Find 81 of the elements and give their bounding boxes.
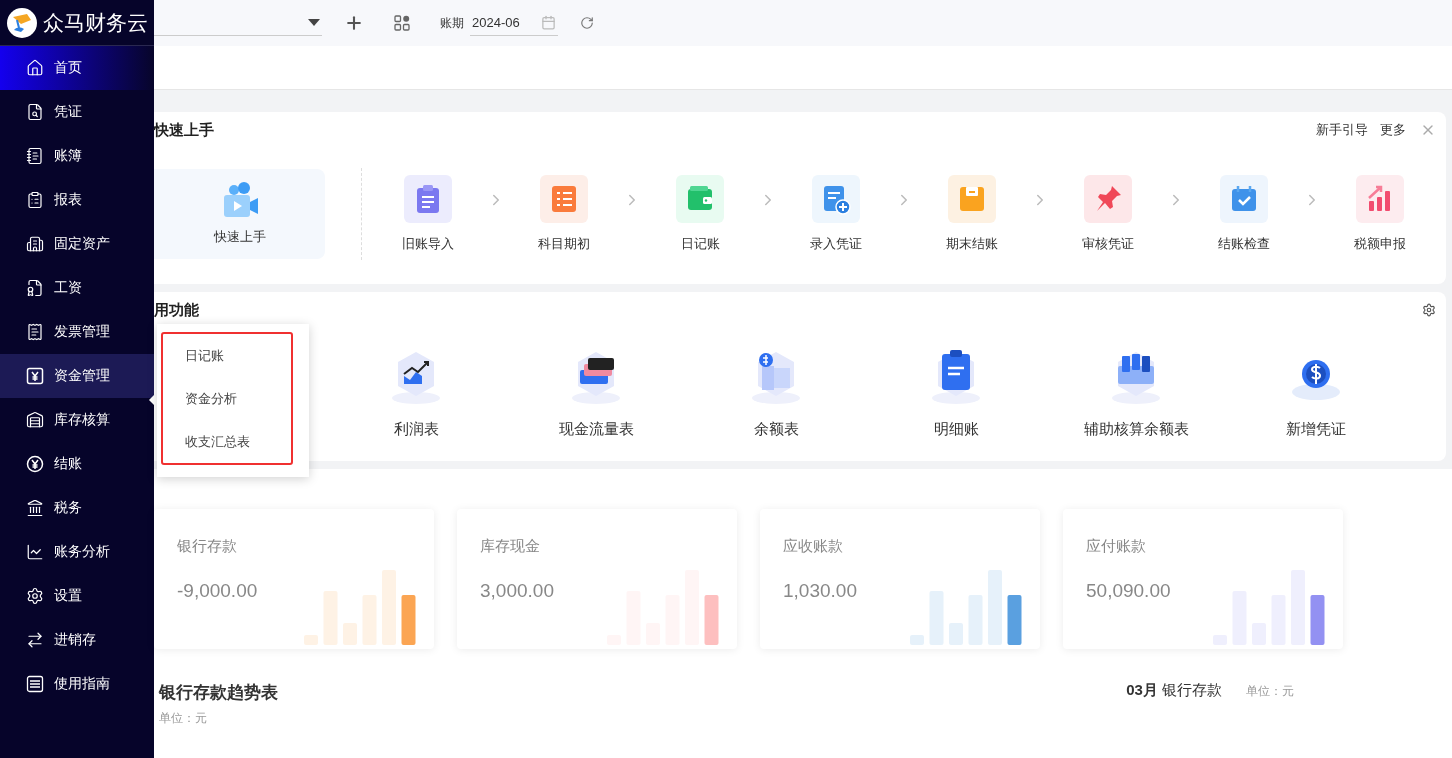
step-item[interactable]: 税额申报 — [1332, 175, 1428, 253]
chart-title: 银行存款趋势表 — [159, 682, 278, 704]
refresh-button[interactable] — [578, 14, 596, 32]
sidebar-item[interactable]: 税务 — [0, 486, 154, 530]
step-item[interactable]: 结账检查 — [1196, 175, 1292, 253]
unit-label: 单位：元 — [1246, 683, 1294, 700]
yen-square-icon — [26, 367, 44, 385]
refresh-icon — [580, 16, 594, 30]
function-item[interactable]: 现金流量表 — [506, 342, 686, 439]
function-item[interactable]: 辅助核算余额表 — [1046, 342, 1226, 439]
series-title: 03月 银行存款 — [1126, 681, 1222, 700]
app-name: 众马财务云 — [43, 9, 148, 36]
bar-chart-icon — [910, 569, 1022, 645]
period-field[interactable]: 2024-06 — [470, 10, 558, 36]
line-chart-icon — [26, 543, 44, 561]
submenu-item[interactable]: 日记账 — [185, 346, 291, 365]
stat-value: 3,000.00 — [480, 580, 554, 602]
section-title: 快速上手 — [154, 120, 214, 140]
step-item[interactable]: 期末结账 — [924, 175, 1020, 253]
notebook-icon — [26, 147, 44, 165]
stat-label: 银行存款 — [177, 537, 238, 556]
guide-icon — [26, 675, 44, 693]
function-item[interactable]: 明细账 — [866, 342, 1046, 439]
period-label: 账期 — [440, 14, 464, 32]
stat-value: 1,030.00 — [783, 580, 857, 602]
unit-label: 单位：元 — [159, 710, 208, 727]
quick-start-card[interactable]: 快速上手 — [154, 169, 325, 259]
sidebar-item[interactable]: 账簿 — [0, 134, 154, 178]
yen-circle-icon — [26, 455, 44, 473]
stat-label: 应收账款 — [783, 537, 844, 556]
sidebar-item[interactable]: 首页 — [0, 46, 154, 90]
sidebar-item[interactable]: 报表 — [0, 178, 154, 222]
sidebar-item[interactable]: 账务分析 — [0, 530, 154, 574]
submenu-item[interactable]: 收支汇总表 — [185, 432, 291, 451]
building-icon — [26, 235, 44, 253]
stat-value: -9,000.00 — [177, 580, 258, 602]
stat-value: 50,090.00 — [1086, 580, 1171, 602]
step-item[interactable]: 旧账导入 — [380, 175, 476, 253]
header-link[interactable]: 新手引导 — [1316, 121, 1368, 139]
caret-icon — [308, 18, 320, 27]
bar-chart-icon — [607, 569, 719, 645]
section-title: 用功能 — [154, 300, 199, 320]
header-link[interactable]: 更多 — [1380, 121, 1406, 139]
bank-icon — [26, 499, 44, 517]
sidebar-item[interactable]: 库存核算 — [0, 398, 154, 442]
sidebar-item[interactable]: 凭证 — [0, 90, 154, 134]
bar-chart-icon — [1213, 569, 1325, 645]
plus-icon — [344, 13, 364, 33]
warehouse-icon — [26, 411, 44, 429]
apps-button[interactable] — [392, 13, 412, 33]
settings-button[interactable] — [1420, 301, 1438, 319]
receipt-icon — [26, 323, 44, 341]
home-icon — [26, 59, 44, 77]
badge-document-icon — [26, 279, 44, 297]
sidebar-item[interactable]: 工资 — [0, 266, 154, 310]
stat-label: 库存现金 — [480, 537, 541, 556]
function-item[interactable]: 余额表 — [686, 342, 866, 439]
settings-icon — [26, 587, 44, 605]
grid-icon — [394, 15, 410, 31]
bar-chart-icon — [304, 569, 416, 645]
sidebar-item[interactable]: 使用指南 — [0, 662, 154, 706]
function-item[interactable]: 新增凭证 — [1226, 342, 1406, 439]
step-item[interactable]: 日记账 — [652, 175, 748, 253]
sidebar-item[interactable]: 设置 — [0, 574, 154, 618]
sidebar-item[interactable]: 资金管理 — [0, 354, 154, 398]
settings-icon — [1422, 303, 1436, 317]
calendar-icon — [541, 15, 556, 30]
step-item[interactable]: 科目期初 — [516, 175, 612, 253]
function-item[interactable]: 利润表 — [326, 342, 506, 439]
exchange-icon — [26, 631, 44, 649]
sidebar-item[interactable]: 结账 — [0, 442, 154, 486]
sidebar-item[interactable]: 发票管理 — [0, 310, 154, 354]
logo-icon — [7, 7, 37, 38]
sidebar-item[interactable]: 固定资产 — [0, 222, 154, 266]
stat-label: 应付账款 — [1086, 537, 1147, 556]
submenu-item[interactable]: 资金分析 — [185, 389, 291, 408]
step-item[interactable]: 录入凭证 — [788, 175, 884, 253]
clipboard-icon — [26, 191, 44, 209]
document-search-icon — [26, 103, 44, 121]
sidebar-item[interactable]: 进销存 — [0, 618, 154, 662]
step-item[interactable]: 审核凭证 — [1060, 175, 1156, 253]
